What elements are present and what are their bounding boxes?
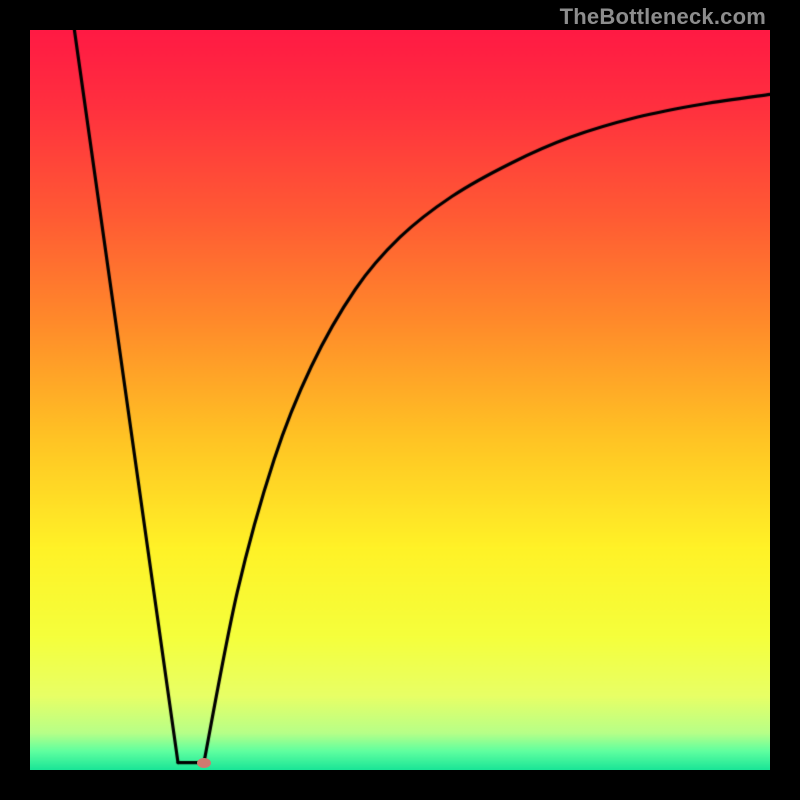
chart-frame: TheBottleneck.com — [0, 0, 800, 800]
plot-area — [30, 30, 770, 770]
frame-border-bottom — [0, 770, 800, 800]
watermark-text: TheBottleneck.com — [560, 4, 766, 30]
minimum-marker — [197, 758, 211, 768]
gradient-canvas — [30, 30, 770, 770]
frame-border-left — [0, 0, 30, 800]
frame-border-right — [770, 0, 800, 800]
